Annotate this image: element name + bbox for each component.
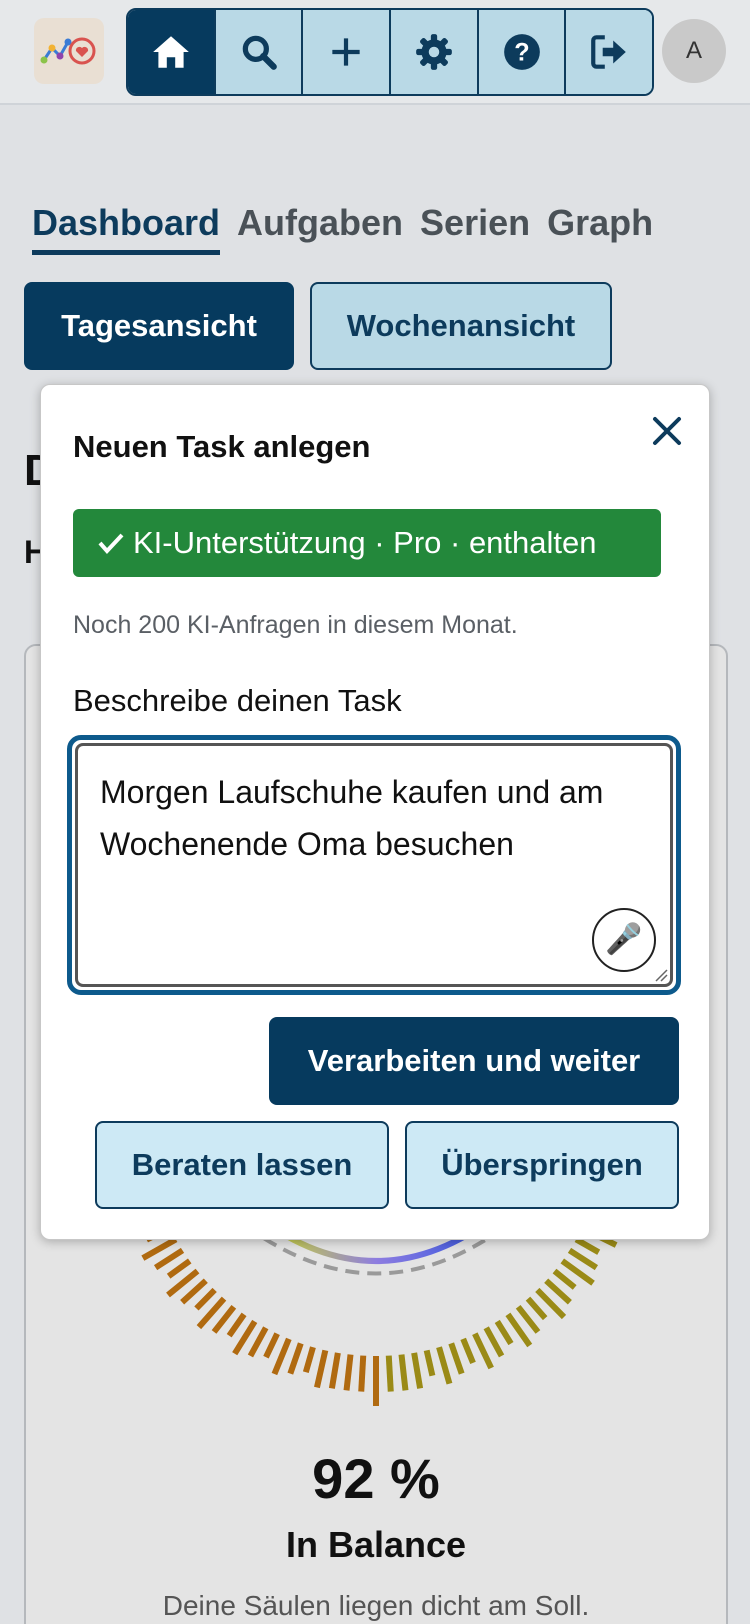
task-description-value: Morgen Laufschuhe kaufen und am Wochenen… [100,774,604,862]
nav-add-button[interactable] [303,10,392,94]
logo-icon [40,37,96,65]
view-switcher: Tagesansicht Wochenansicht [24,282,612,370]
search-icon [242,35,277,70]
logout-icon [591,35,626,69]
user-avatar[interactable]: A [662,19,726,83]
gauge-tick [411,1352,424,1389]
gauge-tick [226,1312,247,1338]
gear-icon [415,34,452,70]
close-icon[interactable] [647,411,687,451]
process-and-continue-button[interactable]: Verarbeiten und weiter [269,1017,679,1105]
gauge-tick [436,1346,453,1385]
balance-percent: 92 % [312,1447,440,1510]
avatar-initial: A [685,37,702,64]
ai-support-badge: KI-Unterstützung · Pro · enthalten [73,509,661,577]
gauge-tick [263,1332,280,1359]
day-view-button[interactable]: Tagesansicht [24,282,294,370]
plus-icon [332,38,360,66]
task-description-field[interactable]: Morgen Laufschuhe kaufen und am Wochenen… [75,743,673,987]
gauge-tick [358,1355,367,1392]
resize-grip-icon[interactable] [652,966,668,982]
gauge-tick [494,1319,514,1346]
help-icon: ? [503,34,540,70]
tab-graph[interactable]: Graph [547,202,653,255]
gauge-tick [385,1355,394,1392]
nav-logout-button[interactable] [566,10,652,94]
gauge-tick [460,1337,476,1365]
nav-help-button[interactable]: ? [478,10,567,94]
gauge-tick [271,1337,292,1376]
gauge-tick [314,1349,329,1389]
gauge-tick [472,1332,494,1370]
gauge-tick [574,1236,601,1255]
gauge-tick [247,1326,269,1358]
svg-text:?: ? [514,38,529,66]
app-logo[interactable] [34,18,104,84]
nav-home-button[interactable] [128,10,216,94]
tab-aufgaben[interactable]: Aufgaben [237,202,403,255]
gauge-tick [328,1352,341,1389]
week-view-button[interactable]: Wochenansicht [310,282,612,370]
top-bar: ? A [0,0,750,105]
gauge-tick [166,1258,192,1279]
gauge-tick [483,1326,505,1358]
gauge-tick [153,1247,185,1271]
balance-description: Deine Säulen liegen dicht am Soll. [162,1590,590,1621]
task-description-label: Beschreibe deinen Task [73,683,402,718]
gauge-tick [287,1342,304,1375]
task-description-focus-ring: Morgen Laufschuhe kaufen und am Wochenen… [67,735,681,995]
skip-button[interactable]: Überspringen [405,1121,679,1209]
main-nav: ? [126,8,654,96]
microphone-button[interactable]: 🎤 [592,908,656,972]
gauge-tick [398,1354,409,1391]
balance-status: In Balance [285,1524,467,1565]
ai-quota-text: Noch 200 KI-Anfragen in diesem Monat. [73,611,518,639]
tab-serien[interactable]: Serien [420,202,530,255]
check-icon [98,533,124,554]
gauge-tick [448,1342,465,1375]
home-icon [152,36,189,68]
main-tabs: Dashboard Aufgaben Serien Graph [32,202,653,255]
get-advice-button[interactable]: Beraten lassen [95,1121,389,1209]
gauge-tick [525,1296,548,1321]
gauge-tick [343,1354,354,1391]
gauge-tick [567,1247,599,1271]
nav-settings-button[interactable] [391,10,479,94]
microphone-icon: 🎤 [605,923,643,956]
ai-support-label: KI-Unterstützung · Pro · enthalten [133,525,597,560]
gauge-tick [302,1346,316,1374]
gauge-tick [423,1349,436,1377]
tab-dashboard[interactable]: Dashboard [32,202,221,255]
nav-search-button[interactable] [215,10,304,94]
modal-title: Neuen Task anlegen [73,429,371,464]
gauge-tick [552,1268,577,1290]
gauge-tick [194,1287,217,1311]
new-task-modal: Neuen Task anlegen KI-Unterstützung · Pr… [40,384,710,1240]
